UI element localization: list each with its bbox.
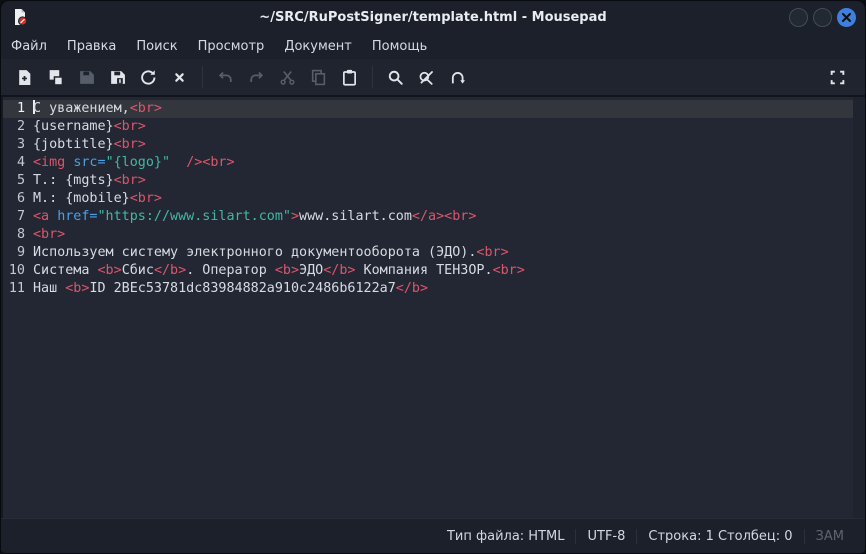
- line-number: 2: [3, 118, 33, 136]
- editor-line[interactable]: 1С уважением,<br>: [3, 100, 853, 118]
- editor-line[interactable]: 5Т.: {mgts}<br>: [3, 172, 853, 190]
- go-to-button[interactable]: [442, 62, 473, 92]
- close-x-icon: [171, 69, 188, 86]
- statusbar: Тип файла: HTML UTF-8 Строка: 1 Столбец:…: [1, 518, 865, 553]
- line-number: 7: [3, 208, 33, 226]
- code-text: Используем систему электронного документ…: [33, 245, 509, 260]
- editor-line[interactable]: 9Используем систему электронного докумен…: [3, 244, 853, 262]
- encoding-status[interactable]: UTF-8: [576, 529, 636, 544]
- paste-button[interactable]: [334, 62, 365, 92]
- undo-button: [210, 62, 241, 92]
- line-number: 10: [3, 262, 33, 280]
- menubar: ФайлПравкаПоискПросмотрДокументПомощь: [1, 33, 865, 59]
- editor-line[interactable]: 3{jobtitle}<br>: [3, 136, 853, 154]
- line-number: 1: [3, 100, 33, 118]
- titlebar[interactable]: ~/SRC/RuPostSigner/template.html - Mouse…: [1, 1, 865, 33]
- window-title: ~/SRC/RuPostSigner/template.html - Mouse…: [1, 10, 865, 25]
- cut-button: [272, 62, 303, 92]
- find-replace-button[interactable]: [411, 62, 442, 92]
- menu-item[interactable]: Документ: [274, 35, 362, 58]
- find-button[interactable]: [380, 62, 411, 92]
- copy-button: [303, 62, 334, 92]
- reload-icon: [140, 69, 157, 86]
- code-text: {jobtitle}<br>: [33, 137, 146, 152]
- toolbar: [1, 59, 865, 97]
- redo-button: [241, 62, 272, 92]
- text-editor[interactable]: 1С уважением,<br>2{username}<br>3{jobtit…: [1, 97, 865, 518]
- editor-line[interactable]: 10Система <b>Сбис</b>. Оператор <b>ЭДО</…: [3, 262, 853, 280]
- floppy-save-icon: [78, 69, 95, 86]
- line-number: 3: [3, 136, 33, 154]
- code-text: М.: {mobile}<br>: [33, 191, 162, 206]
- code-text: <br>: [33, 227, 65, 242]
- code-text: <a href="https://www.silart.com">www.sil…: [33, 209, 476, 224]
- scissors-icon: [279, 69, 296, 86]
- open-button[interactable]: [40, 62, 71, 92]
- editor-lines: 1С уважением,<br>2{username}<br>3{jobtit…: [3, 100, 853, 298]
- code-text: <img src="{logo}" /><br>: [33, 155, 235, 170]
- close-button[interactable]: [837, 8, 856, 27]
- code-text: С уважением,<br>: [33, 101, 162, 116]
- new-file-button[interactable]: [9, 62, 40, 92]
- reload-button[interactable]: [133, 62, 164, 92]
- editor-line[interactable]: 11Наш <b>ID 2BEc53781dc83984882a910c2486…: [3, 280, 853, 298]
- clipboard-icon: [341, 69, 358, 86]
- line-number: 4: [3, 154, 33, 172]
- toolbar-separator: [372, 66, 373, 88]
- menu-item[interactable]: Поиск: [126, 35, 187, 58]
- code-text: Наш <b>ID 2BEc53781dc83984882a910c2486b6…: [33, 281, 428, 296]
- magnifier-icon: [387, 69, 404, 86]
- code-text: Т.: {mgts}<br>: [33, 173, 146, 188]
- save-as-button[interactable]: [102, 62, 133, 92]
- line-number: 9: [3, 244, 33, 262]
- menu-item[interactable]: Помощь: [362, 35, 437, 58]
- editor-line[interactable]: 4<img src="{logo}" /><br>: [3, 154, 853, 172]
- cursor-position-status: Строка: 1 Столбец: 0: [637, 529, 803, 544]
- mousepad-window: ~/SRC/RuPostSigner/template.html - Mouse…: [0, 0, 866, 554]
- minimize-button[interactable]: [789, 8, 808, 27]
- editor-line[interactable]: 8<br>: [3, 226, 853, 244]
- mousepad-app-icon: [10, 7, 30, 27]
- copy-pages-icon: [310, 69, 327, 86]
- toolbar-separator: [202, 66, 203, 88]
- floppy-save-as-icon: [109, 69, 126, 86]
- menu-item[interactable]: Просмотр: [188, 35, 275, 58]
- editor-line[interactable]: 7<a href="https://www.silart.com">www.si…: [3, 208, 853, 226]
- new-document-icon: [16, 69, 33, 86]
- save-button: [71, 62, 102, 92]
- line-number: 6: [3, 190, 33, 208]
- close-icon: [841, 12, 852, 23]
- magnifier-pencil-icon: [418, 69, 435, 86]
- fullscreen-corners-icon: [829, 69, 846, 86]
- code-text: Система <b>Сбис</b>. Оператор <b>ЭДО</b>…: [33, 263, 525, 278]
- menu-item[interactable]: Файл: [1, 35, 57, 58]
- overwrite-mode-status[interactable]: ЗАМ: [805, 529, 855, 544]
- fullscreen-button[interactable]: [822, 62, 853, 92]
- undo-arrow-icon: [217, 69, 234, 86]
- editor-line[interactable]: 2{username}<br>: [3, 118, 853, 136]
- menu-item[interactable]: Правка: [57, 35, 126, 58]
- jump-arrow-icon: [449, 69, 466, 86]
- line-number: 8: [3, 226, 33, 244]
- close-file-button[interactable]: [164, 62, 195, 92]
- line-number: 5: [3, 172, 33, 190]
- code-text: {username}<br>: [33, 119, 146, 134]
- editor-line[interactable]: 6М.: {mobile}<br>: [3, 190, 853, 208]
- line-number: 11: [3, 280, 33, 298]
- open-document-icon: [47, 69, 64, 86]
- redo-arrow-icon: [248, 69, 265, 86]
- maximize-button[interactable]: [813, 8, 832, 27]
- filetype-status[interactable]: Тип файла: HTML: [436, 529, 576, 544]
